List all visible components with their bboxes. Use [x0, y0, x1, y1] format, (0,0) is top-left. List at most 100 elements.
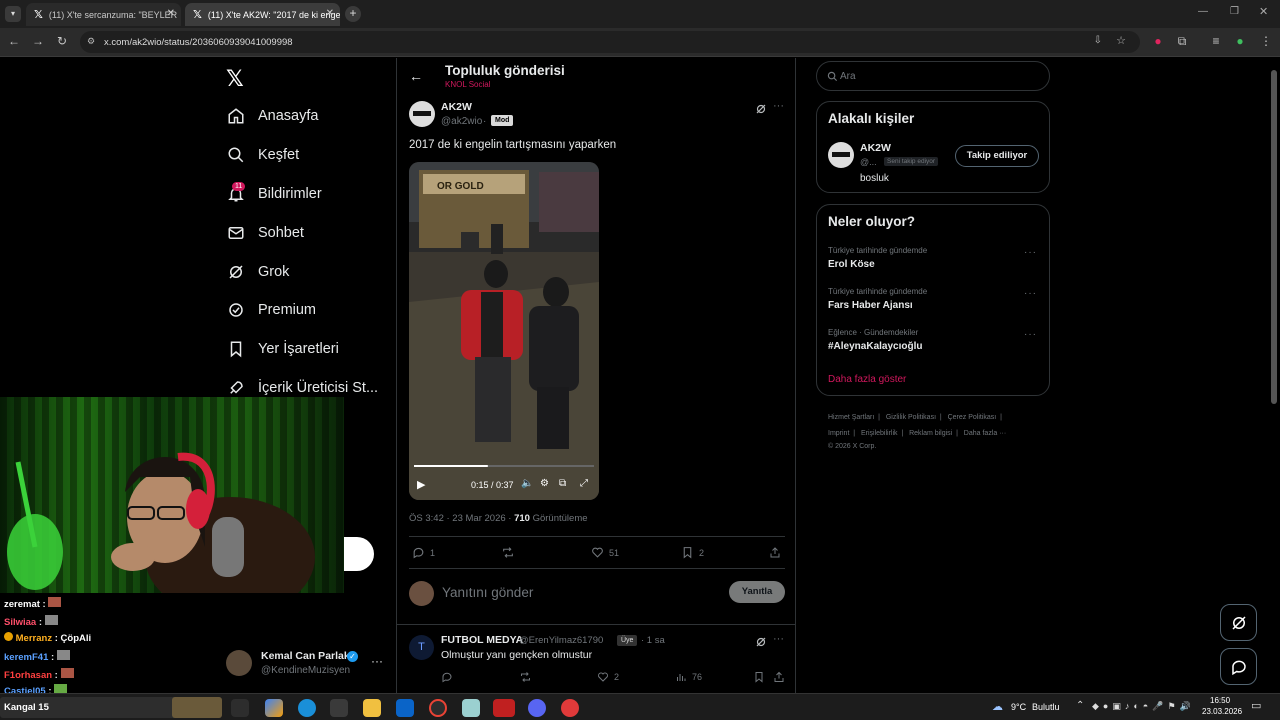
- trend-item[interactable]: Türkiye tarihinde gündemde Erol Köse: [828, 246, 1038, 270]
- menu-icon[interactable]: ⋮: [1258, 34, 1274, 48]
- footer-link[interactable]: Gizlilik Politikası: [886, 414, 936, 421]
- reply-views[interactable]: 76: [675, 671, 702, 683]
- reply-handle[interactable]: @ErenYilmaz61790: [519, 635, 603, 646]
- install-icon[interactable]: ⇩: [1094, 35, 1102, 46]
- reply-like-button[interactable]: 2: [597, 671, 619, 683]
- footer-link[interactable]: Çerez Politikası: [948, 414, 997, 421]
- more-icon[interactable]: ···: [773, 633, 784, 645]
- reload-icon[interactable]: ↻: [54, 34, 70, 48]
- reply-repost-button[interactable]: [519, 671, 537, 683]
- edge-icon[interactable]: [298, 699, 316, 717]
- taskbar-search[interactable]: Kangal 15: [0, 697, 222, 718]
- notification-center-icon[interactable]: ▭: [1251, 699, 1261, 712]
- trend-item[interactable]: Eğlence · Gündemdekiler #AleynaKalaycıoğ…: [828, 328, 1038, 352]
- forward-icon[interactable]: →: [30, 34, 46, 48]
- footer-link[interactable]: Reklam bilgisi: [909, 430, 952, 437]
- volume-icon[interactable]: 🔈: [521, 478, 533, 489]
- x-logo[interactable]: 𝕏: [226, 66, 244, 92]
- trend-item[interactable]: Türkiye tarihinde gündemde Fars Haber Aj…: [828, 287, 1038, 311]
- repost-button[interactable]: [501, 546, 520, 559]
- fullscreen-icon[interactable]: ⤢: [580, 478, 588, 489]
- minimize-button[interactable]: —: [1198, 6, 1208, 17]
- play-icon[interactable]: ▶: [417, 478, 425, 491]
- puzzle-icon[interactable]: ⧉: [1174, 34, 1190, 49]
- more-icon[interactable]: ···: [1024, 247, 1037, 258]
- tab-list-button[interactable]: ▾: [5, 6, 21, 22]
- close-icon[interactable]: ✕: [326, 8, 334, 19]
- media-icon[interactable]: ≡: [1208, 34, 1224, 48]
- explorer-icon[interactable]: [363, 699, 381, 717]
- app-icon[interactable]: [528, 699, 546, 717]
- reply-input[interactable]: Yanıtını gönder: [442, 585, 533, 600]
- pip-icon[interactable]: ⧉: [559, 478, 566, 489]
- reply-share-button[interactable]: [773, 671, 790, 683]
- nav-grok[interactable]: Grok: [226, 259, 289, 285]
- community-name[interactable]: KNOL Social: [445, 80, 491, 89]
- star-icon[interactable]: ☆: [1116, 34, 1126, 47]
- post-author[interactable]: AK2W: [441, 101, 472, 113]
- task-view-icon[interactable]: [231, 699, 249, 717]
- post-handle[interactable]: @ak2wio: [441, 116, 482, 127]
- nav-messages[interactable]: Sohbet: [226, 220, 304, 246]
- like-button[interactable]: 51: [591, 546, 619, 559]
- profile-icon[interactable]: ●: [1232, 34, 1248, 48]
- chrome-icon[interactable]: [429, 699, 447, 717]
- scrollbar[interactable]: [1271, 70, 1277, 404]
- grok-icon[interactable]: [755, 635, 767, 653]
- outlook-icon[interactable]: [396, 699, 414, 717]
- grok-icon[interactable]: [755, 102, 767, 120]
- bookmark-button[interactable]: 2: [681, 546, 704, 559]
- new-tab-button[interactable]: +: [345, 6, 361, 22]
- footer-link[interactable]: Daha fazla ···: [964, 430, 1006, 437]
- video-player[interactable]: OR GOLD ▶ 0:15 / 0:37 🔈 ⚙ ⧉ ⤢: [409, 162, 599, 500]
- close-window-button[interactable]: ✕: [1259, 5, 1268, 18]
- weather-icon[interactable]: ☁: [992, 700, 1003, 713]
- tray-icons[interactable]: ◆●▣♪◐◓🎤⚑🔊: [1092, 701, 1195, 712]
- footer-link[interactable]: Erişilebilirlik: [861, 430, 898, 437]
- share-button[interactable]: [769, 546, 786, 559]
- store-icon[interactable]: [330, 699, 348, 717]
- footer-link[interactable]: Hizmet Şartları: [828, 414, 874, 421]
- nav-explore[interactable]: Keşfet: [226, 142, 299, 168]
- more-icon[interactable]: ···: [773, 100, 784, 112]
- restore-button[interactable]: ❐: [1230, 6, 1239, 17]
- reply-author[interactable]: FUTBOL MEDYA: [441, 634, 523, 646]
- footer-link[interactable]: Imprint: [828, 430, 849, 437]
- show-more-link[interactable]: Daha fazla göster: [828, 374, 906, 385]
- address-bar[interactable]: ⚙ x.com/ak2wio/status/203606093904100999…: [80, 31, 1140, 53]
- video-progress[interactable]: [414, 465, 488, 467]
- reply-bookmark-button[interactable]: [753, 671, 770, 683]
- more-icon[interactable]: ···: [1024, 288, 1037, 299]
- app-icon[interactable]: [493, 699, 515, 717]
- reply-comment-button[interactable]: [441, 671, 458, 683]
- reply-button[interactable]: 1: [412, 546, 435, 559]
- tab-ak2w[interactable]: 𝕏 (11) X'te AK2W: "2017 de ki enge ✕: [185, 3, 340, 26]
- back-button[interactable]: ←: [409, 68, 423, 84]
- more-icon[interactable]: ···: [1024, 329, 1037, 340]
- app-icon[interactable]: [462, 699, 480, 717]
- tab-sercanzuma[interactable]: 𝕏 (11) X'te sercanzuma: "BEYLER ✕: [26, 3, 181, 26]
- nav-home[interactable]: Anasayfa: [226, 103, 318, 129]
- reply-submit-button[interactable]: Yanıtla: [729, 581, 785, 603]
- account-switcher[interactable]: Kemal Can Parlak ✓ @KendineMuzisyen ···: [226, 648, 386, 680]
- more-icon[interactable]: ···: [371, 654, 383, 668]
- tray-chevron-icon[interactable]: ⌃: [1076, 700, 1084, 711]
- avatar[interactable]: [828, 142, 854, 168]
- avatar[interactable]: T: [409, 635, 434, 660]
- site-info-icon[interactable]: ⚙: [87, 36, 95, 47]
- post-button[interactable]: [344, 537, 374, 571]
- close-icon[interactable]: ✕: [167, 8, 175, 19]
- copilot-icon[interactable]: [265, 699, 283, 717]
- extension-red-icon[interactable]: ●: [1150, 34, 1166, 48]
- search-box[interactable]: Ara: [816, 61, 1050, 91]
- messages-float-button[interactable]: [1220, 648, 1257, 685]
- related-name[interactable]: AK2W: [860, 142, 891, 154]
- settings-icon[interactable]: ⚙: [540, 478, 549, 489]
- nav-premium[interactable]: Premium: [226, 297, 316, 323]
- nav-bookmarks[interactable]: Yer İşaretleri: [226, 336, 339, 362]
- grok-float-button[interactable]: [1220, 604, 1257, 641]
- back-icon[interactable]: ←: [6, 34, 22, 48]
- app-icon[interactable]: [561, 699, 579, 717]
- avatar[interactable]: [409, 101, 435, 127]
- following-button[interactable]: Takip ediliyor: [955, 145, 1039, 167]
